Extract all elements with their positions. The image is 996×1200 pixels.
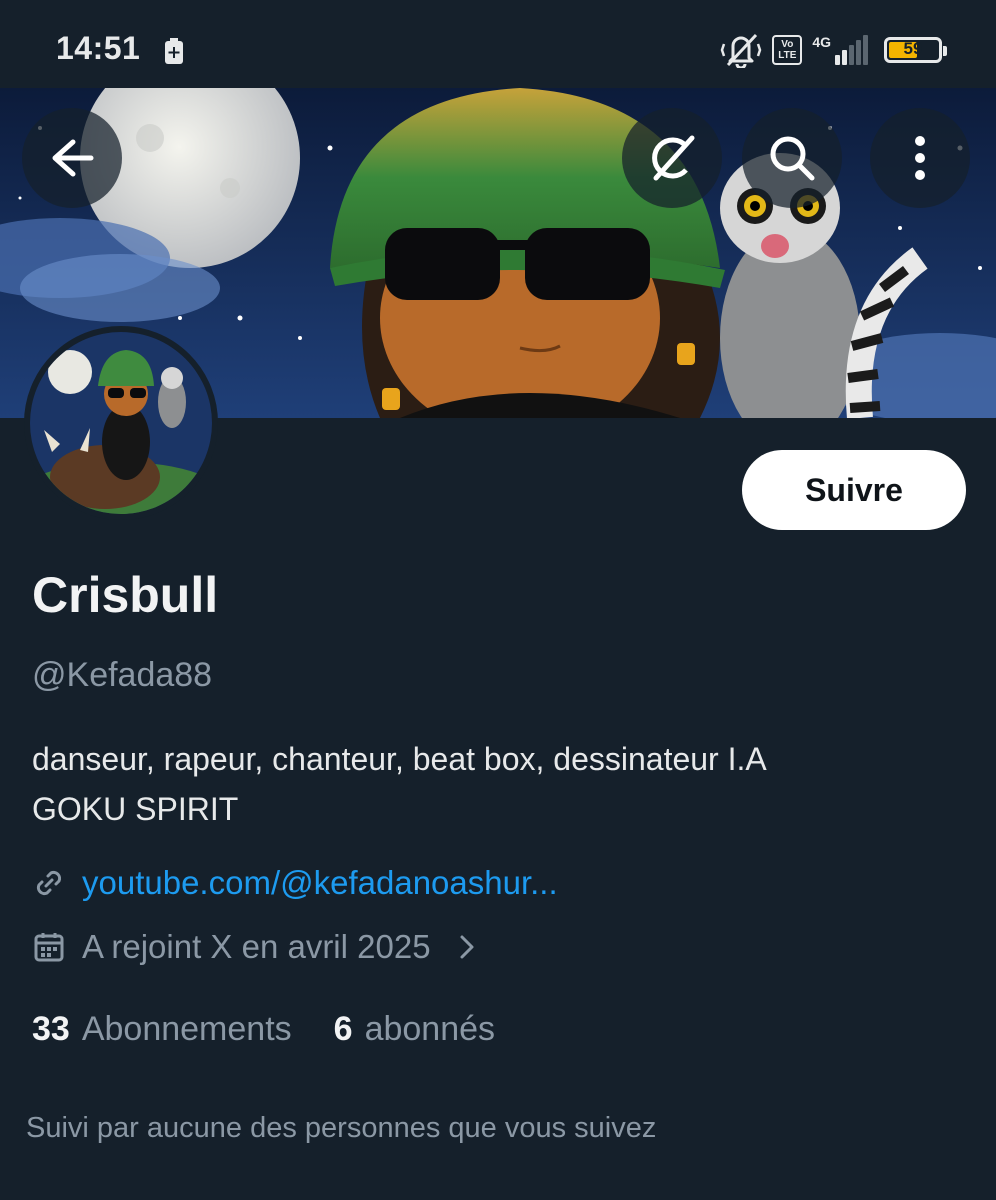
- more-button[interactable]: [870, 108, 970, 208]
- followed-by-text: Suivi par aucune des personnes que vous …: [26, 1112, 657, 1144]
- website-row: youtube.com/@kefadanoashur...: [32, 864, 558, 902]
- follow-stats: 33 Abonnements 6 abonnés: [32, 1010, 495, 1049]
- bio-line: GOKU SPIRIT: [32, 791, 239, 827]
- more-vertical-icon: [915, 136, 925, 180]
- back-button[interactable]: [22, 108, 122, 208]
- followers-label: abonnés: [364, 1010, 496, 1048]
- follow-button[interactable]: Suivre: [742, 450, 966, 530]
- status-icons: Vo LTE 4G 59: [720, 30, 947, 70]
- signal-bar: [842, 50, 847, 65]
- signal-bar: [835, 55, 840, 65]
- followers-count: 6: [333, 1010, 353, 1048]
- bio: danseur, rapeur, chanteur, beat box, des…: [32, 734, 972, 834]
- search-button[interactable]: [742, 108, 842, 208]
- network-type: 4G: [812, 34, 831, 50]
- website-link[interactable]: youtube.com/@kefadanoashur...: [82, 864, 558, 902]
- following-label: Abonnements: [81, 1010, 292, 1048]
- vibrate-off-icon: [720, 33, 762, 68]
- joined-date: A rejoint X en avril 2025: [82, 928, 431, 965]
- following-stat[interactable]: 33 Abonnements: [32, 1010, 292, 1049]
- signal-bar: [849, 45, 854, 65]
- bio-line: danseur, rapeur, chanteur, beat box, des…: [32, 741, 767, 777]
- joined-row[interactable]: A rejoint X en avril 2025: [32, 928, 479, 966]
- avatar-image: [30, 332, 212, 514]
- signal-bar: [856, 40, 861, 65]
- search-icon: [770, 136, 815, 181]
- grok-icon: [652, 135, 695, 181]
- handle: @Kefada88: [32, 656, 213, 694]
- grok-button[interactable]: [622, 108, 722, 208]
- volte-top-text: Vo: [781, 39, 794, 50]
- display-name: Crisbull: [32, 567, 219, 623]
- volte-icon: Vo LTE: [772, 35, 803, 65]
- signal-bar: [863, 35, 868, 65]
- battery-icon: 59: [884, 37, 947, 63]
- calendar-icon: [34, 933, 64, 962]
- signal-icon: 4G: [812, 35, 868, 65]
- battery-tip: [943, 46, 947, 56]
- link-icon: [36, 870, 62, 896]
- status-time: 14:51: [56, 30, 141, 66]
- avatar[interactable]: [24, 326, 218, 520]
- back-arrow-icon: [52, 139, 94, 177]
- volte-bottom-text: LTE: [778, 50, 797, 61]
- status-bar: 14:51 Vo LTE 4G 59: [0, 0, 996, 88]
- battery-level: 59: [903, 39, 923, 58]
- chevron-right-icon: [460, 935, 474, 959]
- battery-saver-icon: [165, 38, 183, 64]
- following-count: 33: [32, 1010, 70, 1048]
- followers-stat[interactable]: 6 abonnés: [334, 1010, 495, 1049]
